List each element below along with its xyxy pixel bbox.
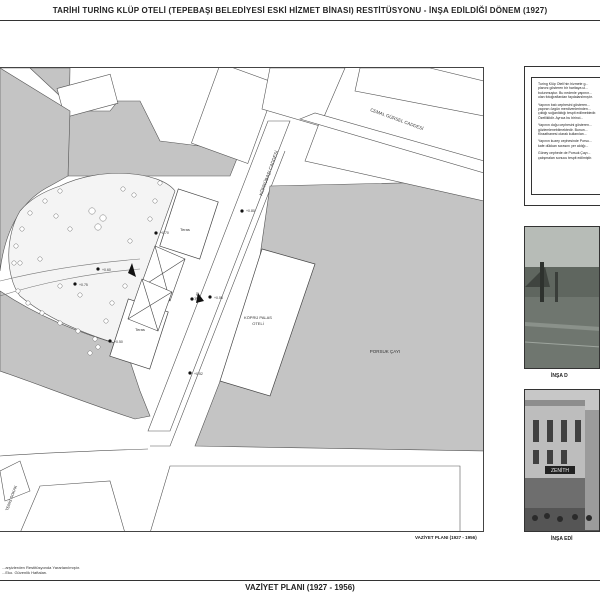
site-plan: CEMAL GÜRSEL CADDESİ KÖPRÜBAŞI CADDESİ T… bbox=[0, 67, 484, 532]
description-text-box: Turing Klüp Oteli'nin hizmete g... planı… bbox=[531, 77, 600, 195]
description-paragraph-5: Güney cephede de Porsuk Çayı... çalışmal… bbox=[538, 151, 593, 160]
elevation-label-4: +0.75 bbox=[79, 283, 88, 287]
site-plan-drawing: CEMAL GÜRSEL CADDESİ KÖPRÜBAŞI CADDESİ T… bbox=[0, 68, 483, 531]
elevation-label-3: +0.60 bbox=[102, 268, 111, 272]
elevation-label-5: +0.50 bbox=[114, 340, 123, 344]
bottom-title: VAZİYET PLANI (1927 - 1956) bbox=[0, 580, 600, 595]
description-panel: Turing Klüp Oteli'nin hizmete g... planı… bbox=[524, 66, 600, 206]
description-paragraph-1: Turing Klüp Oteli'nin hizmete g... planı… bbox=[538, 82, 593, 100]
elevation-label-6: +0.55 bbox=[214, 296, 223, 300]
historical-photo-facade: ZENİTH bbox=[524, 389, 600, 532]
photo-caption-top: İNŞA D bbox=[551, 373, 568, 379]
historical-photo-river bbox=[524, 226, 600, 369]
hotel-label-2: OTELİ bbox=[252, 321, 264, 326]
river-photo-image bbox=[525, 227, 599, 368]
terrace-label-bottom: Teras bbox=[135, 327, 145, 332]
description-paragraph-4: Yapının kuzey cephesinde Porsu... kafe d… bbox=[538, 139, 592, 148]
terrace-label-top: Teras bbox=[180, 227, 190, 232]
facade-sign-text: ZENİTH bbox=[551, 467, 569, 474]
sheet-title: TARİHİ TURİNG KLÜP OTELİ (TEPEBAŞI BELED… bbox=[0, 6, 600, 21]
description-paragraph-3: Yapının doğu cephesini gösteren... gözle… bbox=[538, 123, 592, 137]
hotel-label: KÖPRÜ PALAS bbox=[244, 315, 272, 320]
elevation-label-7: +0.52 bbox=[194, 372, 203, 376]
elevation-label-1: +0.80 bbox=[246, 209, 255, 213]
photo-caption-bottom: İNŞA EDİ bbox=[551, 536, 573, 542]
description-paragraph-2: Yapının batı cephesini gösteren... yapın… bbox=[538, 102, 597, 120]
river-label: PORSUK ÇAYI bbox=[370, 349, 400, 354]
facade-photo-image: ZENİTH bbox=[525, 390, 599, 531]
legend-notes: ...arşivlerden Restitüsyonda Yararlanılm… bbox=[2, 565, 80, 575]
street-bottom-left bbox=[0, 448, 149, 457]
block-bottom-left bbox=[0, 460, 31, 502]
street-label-top: CEMAL GÜRSEL CADDESİ bbox=[370, 106, 425, 131]
elevation-label-2: +0.70 bbox=[160, 231, 169, 235]
block-bottom-center bbox=[150, 465, 461, 531]
plan-caption: VAZİYET PLANI (1927 - 1956) bbox=[415, 535, 477, 540]
block-bottom-left-2 bbox=[20, 480, 125, 531]
note-2: ...Eko. Güvenlik Haftaları. bbox=[2, 570, 48, 575]
